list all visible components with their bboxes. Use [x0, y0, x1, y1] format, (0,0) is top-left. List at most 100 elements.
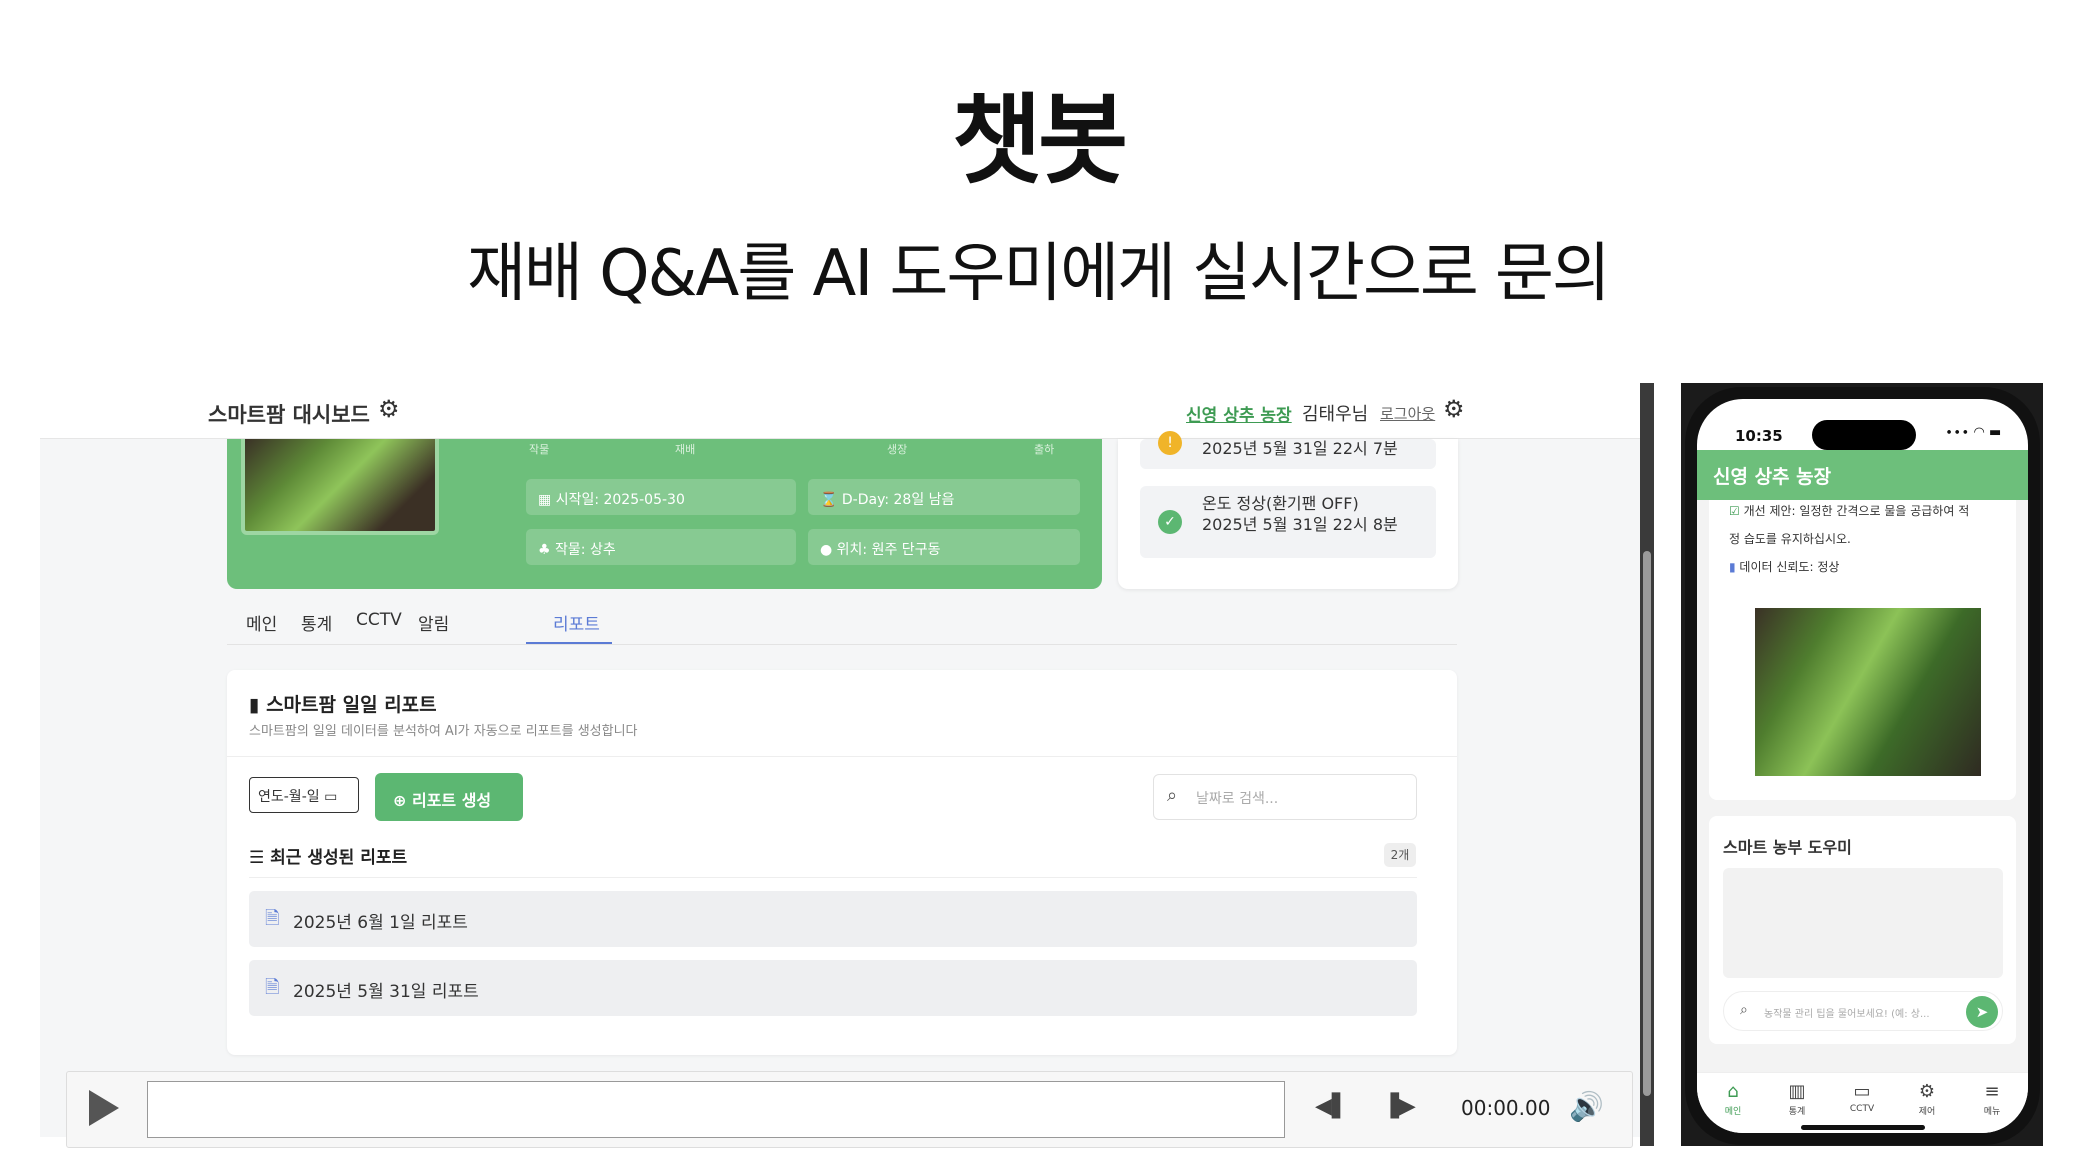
- search-icon: ⌕: [1167, 785, 1178, 806]
- home-icon: ⌂: [1727, 1081, 1739, 1102]
- active-tab-indicator: [526, 642, 612, 644]
- info-header: 재배: [675, 443, 696, 456]
- ok-time: 2025년 5월 31일 22시 8분: [1202, 514, 1398, 534]
- signal-icon: ∙∙∙ ◠ ▬: [1945, 425, 2002, 440]
- play-icon[interactable]: [89, 1090, 119, 1126]
- report-item[interactable]: 🗎 2025년 5월 31일 리포트: [249, 960, 1417, 1016]
- alert-status: ! 2025년 5월 31일 22시 7분: [1140, 431, 1436, 469]
- nav-label: 통계: [1788, 1107, 1806, 1117]
- seedling-icon: ♣: [538, 542, 556, 558]
- plant-image: [241, 439, 439, 535]
- calendar-icon: ▭: [324, 789, 338, 805]
- phone-screen: 10:35 ∙∙∙ ◠ ▬ 신영 상추 농장 ☑ 개선 제안: 일정한 간격으로…: [1697, 399, 2028, 1133]
- location-icon: ●: [820, 542, 837, 558]
- tab-alerts[interactable]: 알림: [418, 610, 449, 635]
- list-icon: ☰: [249, 848, 271, 868]
- dday: D-Day: 28일 남음: [841, 492, 955, 508]
- recent-reports-title: ☰ 최근 생성된 리포트: [249, 843, 407, 868]
- phone-frame: 10:35 ∙∙∙ ◠ ▬ 신영 상추 농장 ☑ 개선 제안: 일정한 간격으로…: [1685, 387, 2040, 1145]
- info-header: 작물: [529, 443, 550, 456]
- scrollbar-thumb[interactable]: [1643, 551, 1651, 1096]
- report-panel: ▮ 스마트팜 일일 리포트 스마트팜의 일일 데이터를 분석하여 AI가 자동으…: [227, 670, 1457, 1055]
- report-title: ▮ 스마트팜 일일 리포트: [249, 690, 437, 717]
- settings-gear-icon[interactable]: ⚙: [1443, 395, 1465, 423]
- nav-cctv[interactable]: ▭ CCTV: [1836, 1081, 1888, 1114]
- bottom-nav: ⌂ 메인 ▥ 통계 ▭ CCTV ⚙ 제어 ≡ 메뉴: [1697, 1072, 2028, 1133]
- generate-report-button[interactable]: ⊕ 리포트 생성: [375, 773, 523, 821]
- gear-icon[interactable]: ⚙: [378, 395, 400, 423]
- generate-label: 리포트 생성: [411, 791, 492, 810]
- document-icon: 🗎: [265, 977, 280, 998]
- logout-link[interactable]: 로그아웃: [1380, 403, 1435, 424]
- tip-text: 개선 제안: 일정한 간격으로 물을 공급하여 적: [1743, 504, 1970, 518]
- volume-icon[interactable]: 🔊: [1569, 1090, 1604, 1123]
- chart-icon: ▥: [1788, 1081, 1806, 1102]
- next-icon[interactable]: ▐▶: [1382, 1094, 1416, 1119]
- start-date: 시작일: 2025-05-30: [555, 492, 685, 508]
- nav-control[interactable]: ⚙ 제어: [1901, 1081, 1953, 1117]
- search-icon: ⌕: [1740, 1002, 1748, 1018]
- nav-label: 메인: [1724, 1107, 1742, 1117]
- location-chip: ● 위치: 원주 단구동: [808, 529, 1080, 565]
- status-clock: 10:35: [1735, 427, 1783, 445]
- nav-stats[interactable]: ▥ 통계: [1771, 1081, 1823, 1117]
- tip-line: 정 습도를 유지하십시오.: [1729, 532, 1851, 546]
- dynamic-island: [1812, 420, 1916, 450]
- report-title-text: 스마트팜 일일 리포트: [266, 694, 437, 716]
- date-input[interactable]: 연도-월-일 ▭: [249, 777, 359, 813]
- slide-subtitle: 재배 Q&A를 AI 도우미에게 실시간으로 문의: [467, 237, 1611, 311]
- tab-main[interactable]: 메인: [246, 610, 277, 635]
- divider: [249, 877, 1417, 878]
- info-header: 출하: [1034, 443, 1055, 456]
- send-icon[interactable]: ➤: [1966, 996, 1998, 1028]
- menu-icon: ≡: [1984, 1081, 2000, 1102]
- playback-time: 00:00.00: [1461, 1096, 1551, 1120]
- media-player: ◀▌ ▐▶ 00:00.00 🔊: [66, 1071, 1633, 1148]
- settings-icon: ⚙: [1918, 1081, 1936, 1102]
- warning-icon: !: [1158, 431, 1182, 455]
- dashboard-title: 스마트팜 대시보드: [208, 403, 370, 427]
- nav-main[interactable]: ⌂ 메인: [1707, 1081, 1759, 1117]
- plant-photo: [1755, 608, 1981, 776]
- report-count-badge: 2개: [1384, 843, 1416, 867]
- status-card: ! 2025년 5월 31일 22시 7분 ✓ 온도 정상(환기팬 OFF) 2…: [1118, 431, 1458, 589]
- chat-area: [1723, 868, 2003, 978]
- check-icon: ☑: [1729, 504, 1744, 518]
- scrollbar[interactable]: [1640, 383, 1654, 1146]
- alert-time: 2025년 5월 31일 22시 7분: [1202, 439, 1398, 458]
- reliability-line: ▮ 데이터 신뢰도: 정상: [1729, 558, 1839, 575]
- chatbot-title: 스마트 농부 도우미: [1723, 838, 1852, 857]
- report-description: 스마트팜의 일일 데이터를 분석하여 AI가 자동으로 리포트를 생성합니다: [249, 724, 638, 739]
- chart-icon: ▮: [1729, 560, 1740, 574]
- farm-info-card: 작물 재배 생장 출하 ▦ 시작일: 2025-05-30 ⌛ D-Day: 2…: [227, 439, 1102, 589]
- prev-icon[interactable]: ◀▌: [1315, 1094, 1349, 1119]
- report-item-label: 2025년 5월 31일 리포트: [293, 982, 479, 1002]
- report-item[interactable]: 🗎 2025년 6월 1일 리포트: [249, 891, 1417, 947]
- farm-link[interactable]: 신영 상추 농장: [1186, 401, 1292, 426]
- start-date-chip: ▦ 시작일: 2025-05-30: [526, 479, 796, 515]
- slide-title: 챗봇: [951, 84, 1128, 198]
- recent-title-text: 최근 생성된 리포트: [270, 848, 408, 868]
- tab-cctv[interactable]: CCTV: [356, 610, 402, 630]
- report-item-label: 2025년 6월 1일 리포트: [293, 913, 468, 933]
- phone-header: 신영 상추 농장: [1697, 450, 2028, 500]
- seek-track[interactable]: [147, 1081, 1285, 1138]
- nav-menu[interactable]: ≡ 메뉴: [1966, 1081, 2018, 1117]
- check-icon: ✓: [1158, 510, 1182, 534]
- nav-label: 제어: [1918, 1107, 1936, 1117]
- chat-input[interactable]: ⌕ 농작물 관리 팁을 물어보세요! (예: 상... ➤: [1723, 991, 2003, 1031]
- camera-icon: ▭: [1853, 1081, 1871, 1102]
- crop-chip: ♣ 작물: 상추: [526, 529, 796, 565]
- ok-text: 온도 정상(환기팬 OFF): [1202, 494, 1359, 513]
- reliability-text: 데이터 신뢰도: 정상: [1739, 560, 1840, 574]
- location: 위치: 원주 단구동: [836, 542, 941, 558]
- tab-report[interactable]: 리포트: [553, 610, 600, 635]
- dday-chip: ⌛ D-Day: 28일 남음: [808, 479, 1080, 515]
- tab-stats[interactable]: 통계: [301, 610, 332, 635]
- report-search-input[interactable]: 날짜로 검색...: [1153, 774, 1417, 820]
- chat-placeholder: 농작물 관리 팁을 물어보세요! (예: 상...: [1764, 1009, 1930, 1020]
- home-indicator: [1801, 1125, 1925, 1130]
- document-icon: 🗎: [265, 908, 280, 929]
- document-icon: ▮: [249, 694, 267, 716]
- divider: [227, 756, 1457, 757]
